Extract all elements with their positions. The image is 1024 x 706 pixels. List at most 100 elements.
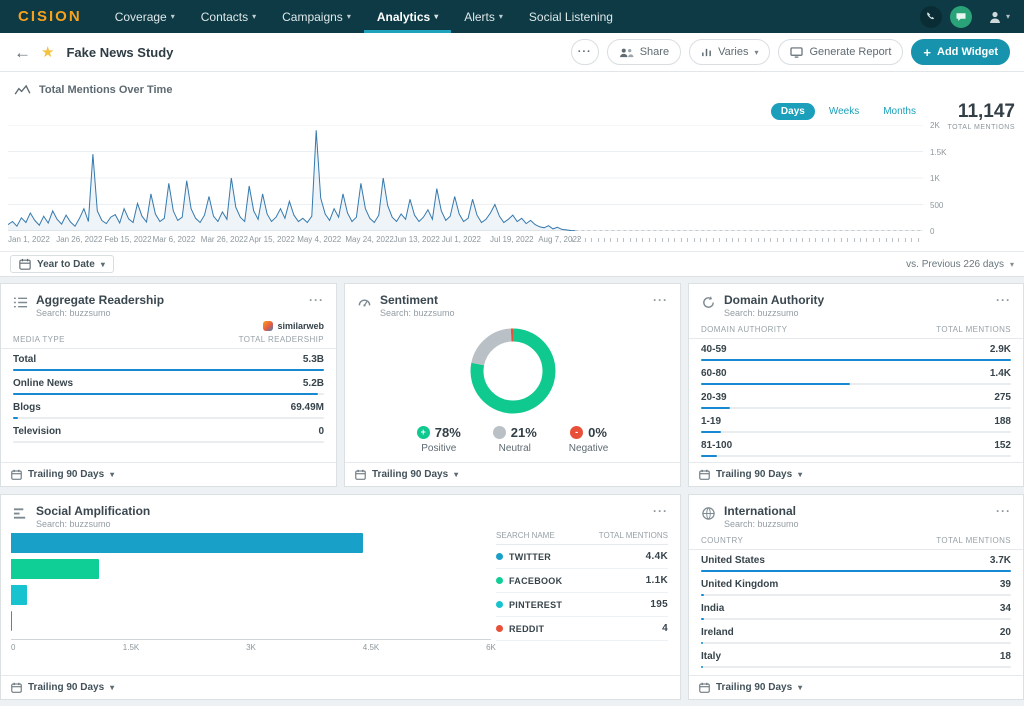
widget-date-range[interactable]: Trailing 90 Days ▾ (1, 675, 680, 699)
axis-minor-tick (726, 238, 727, 242)
x-axis-tick: Jun 13, 2022 (394, 235, 440, 244)
row-value: 188 (994, 416, 1011, 427)
series-name: TWITTER (509, 552, 551, 562)
row-bar-fill (701, 455, 717, 457)
comparison-dropdown[interactable]: vs. Previous 226 days ▾ (906, 259, 1014, 270)
sentiment-value: 78% (435, 425, 461, 440)
nav-item-analytics[interactable]: Analytics▾ (364, 0, 451, 33)
toggle-weeks[interactable]: Weeks (819, 103, 869, 120)
cision-logo[interactable]: CISION (18, 8, 82, 25)
widget-menu-button[interactable]: ··· (996, 293, 1011, 307)
table-header: DOMAIN AUTHORITY TOTAL MENTIONS (689, 321, 1023, 339)
widget-date-range[interactable]: Trailing 90 Days ▾ (1, 462, 336, 486)
x-axis-tick: 4.5K (363, 643, 379, 652)
axis-minor-tick (834, 238, 835, 242)
generate-report-button[interactable]: Generate Report (778, 39, 903, 65)
series-dot (496, 625, 503, 632)
date-range-label: Trailing 90 Days (28, 682, 104, 693)
domain-authority-table: 40-592.9K60-801.4K20-392751-1918881-1001… (689, 339, 1023, 459)
x-axis-tick: Apr 15, 2022 (249, 235, 295, 244)
axis-minor-tick (630, 238, 631, 242)
calendar-icon (19, 258, 31, 270)
widget-header: International Search: buzzsumo ··· (689, 495, 1023, 532)
nav-item-social-listening[interactable]: Social Listening (516, 0, 626, 33)
x-axis-tick: Feb 15, 2022 (104, 235, 151, 244)
chevron-down-icon: ▾ (754, 48, 758, 57)
social-amplification-widget: Social Amplification Search: buzzsumo ··… (0, 494, 681, 700)
axis-minor-tick (866, 238, 867, 242)
widget-search-label: Search: buzzsumo (724, 308, 824, 318)
table-header: MEDIA TYPE TOTAL READERSHIP (1, 331, 336, 349)
axis-minor-tick (700, 238, 701, 242)
toggle-days[interactable]: Days (771, 103, 815, 120)
widget-date-range[interactable]: Trailing 90 Days ▾ (345, 462, 680, 486)
chat-button[interactable] (950, 6, 972, 28)
table-row: Italy18 (689, 646, 1023, 670)
axis-minor-tick (898, 238, 899, 242)
column-header: SEARCH NAME (496, 531, 555, 540)
x-axis-tick: Mar 26, 2022 (201, 235, 248, 244)
user-menu-button[interactable]: ▾ (988, 10, 1010, 24)
widget-menu-button[interactable]: ··· (653, 504, 668, 518)
varies-dropdown[interactable]: Varies ▾ (689, 39, 770, 65)
row-label: Online News (13, 378, 73, 389)
table-row-top: Ireland20 (701, 627, 1011, 638)
chevron-down-icon: ▾ (454, 470, 458, 479)
x-axis-tick: Jan 26, 2022 (56, 235, 102, 244)
add-widget-button[interactable]: + Add Widget (911, 39, 1010, 65)
row-bar-fill (701, 666, 703, 668)
nav-item-label: Contacts (201, 10, 248, 24)
date-range-label: Trailing 90 Days (716, 682, 792, 693)
nav-item-label: Alerts (464, 10, 495, 24)
date-range-label: Trailing 90 Days (28, 469, 104, 480)
sentiment-legend-top: +78% (417, 425, 461, 440)
axis-minor-tick (687, 238, 688, 242)
widget-date-range[interactable]: Trailing 90 Days ▾ (689, 462, 1023, 486)
widget-title: International (724, 504, 799, 518)
similarweb-attribution: similarweb (1, 321, 336, 331)
widget-menu-button[interactable]: ··· (653, 293, 668, 307)
row-value: 39 (1000, 579, 1011, 590)
axis-minor-tick (572, 238, 573, 242)
back-button[interactable]: ← (14, 44, 31, 61)
row-bar-track (701, 618, 1011, 620)
share-label: Share (640, 46, 669, 58)
axis-minor-tick (732, 238, 733, 242)
social-table-row: FACEBOOK1.1K (496, 569, 668, 593)
row-label: India (701, 603, 724, 614)
phone-icon (925, 11, 937, 23)
nav-item-label: Coverage (115, 10, 167, 24)
widget-menu-button[interactable]: ··· (309, 293, 324, 307)
similarweb-label: similarweb (277, 321, 324, 331)
nav-item-alerts[interactable]: Alerts▾ (451, 0, 516, 33)
x-axis-tick: May 24, 2022 (345, 235, 393, 244)
social-table-row: TWITTER4.4K (496, 545, 668, 569)
total-mentions-value: 11,147 (927, 101, 1015, 123)
axis-minor-tick (578, 238, 579, 242)
sentiment-positive-icon: + (417, 426, 430, 439)
social-bar-pinterest (11, 585, 27, 605)
favorite-star-icon[interactable]: ★ (41, 45, 54, 60)
widget-header: Domain Authority Search: buzzsumo ··· (689, 284, 1023, 321)
widget-date-range[interactable]: Trailing 90 Days ▾ (689, 675, 1023, 699)
row-bar-fill (701, 642, 703, 644)
table-row: Online News5.2B (1, 373, 336, 397)
x-axis-tick: Jan 1, 2022 (8, 235, 50, 244)
report-icon (790, 47, 803, 58)
widget-menu-button[interactable]: ··· (996, 504, 1011, 518)
nav-item-contacts[interactable]: Contacts▾ (188, 0, 269, 33)
more-options-button[interactable]: ··· (571, 39, 599, 65)
widget-title: Aggregate Readership (36, 293, 164, 307)
date-range-dropdown[interactable]: Year to Date ▾ (10, 255, 114, 273)
nav-item-coverage[interactable]: Coverage▾ (102, 0, 188, 33)
row-bar-track (701, 407, 1011, 409)
table-row-top: Italy18 (701, 651, 1011, 662)
axis-minor-tick (879, 238, 880, 242)
share-button[interactable]: Share (607, 39, 681, 65)
toggle-months[interactable]: Months (873, 103, 926, 120)
chevron-down-icon: ▾ (110, 683, 114, 692)
support-phone-button[interactable] (920, 6, 942, 28)
axis-minor-tick (655, 238, 656, 242)
axis-minor-tick (706, 238, 707, 242)
nav-item-campaigns[interactable]: Campaigns▾ (269, 0, 364, 33)
